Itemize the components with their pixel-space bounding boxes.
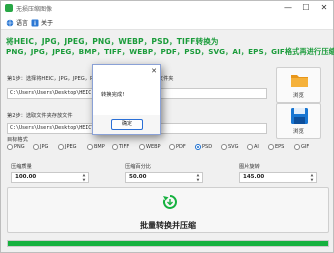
radio-button-selected[interactable] bbox=[195, 144, 201, 150]
radio-button[interactable] bbox=[169, 144, 175, 150]
rotate-stepper[interactable]: 145.00 ▲ ▼ bbox=[239, 172, 317, 183]
headline-line1: 将HEIC，JPG，JPEG，PNG，WEBP，PSD，TIFF转换为 bbox=[6, 37, 219, 46]
app-icon bbox=[5, 4, 13, 12]
stepper-arrows-icon[interactable]: ▲ ▼ bbox=[195, 173, 201, 182]
quality-stepper[interactable]: 100.00 ▲ ▼ bbox=[11, 172, 89, 183]
batch-convert-button[interactable]: 批量转换并压缩 bbox=[7, 187, 329, 233]
radio-label: PDF bbox=[176, 144, 186, 150]
radio-tiff[interactable]: TIFF bbox=[112, 144, 129, 150]
radio-button[interactable] bbox=[139, 144, 145, 150]
menu-bar: 语言 关于 bbox=[1, 15, 333, 30]
dialog-title-bar: ✕ bbox=[93, 65, 160, 77]
menu-language-label: 语言 bbox=[16, 20, 29, 27]
browse-source-label: 浏览 bbox=[292, 93, 304, 99]
radio-label: WEBP bbox=[146, 144, 161, 150]
radio-button[interactable] bbox=[247, 144, 253, 150]
radio-label: GIF bbox=[301, 144, 310, 150]
refresh-icon bbox=[162, 195, 177, 209]
radio-bmp[interactable]: BMP bbox=[87, 144, 105, 150]
window-title: 无损压缩图像 bbox=[16, 6, 53, 13]
radio-ai[interactable]: AI bbox=[247, 144, 259, 150]
globe-icon bbox=[6, 19, 14, 26]
radio-button[interactable] bbox=[294, 144, 300, 150]
title-bar: 无损压缩图像 — ☐ ✕ bbox=[1, 1, 333, 15]
radio-jpeg[interactable]: JPEG bbox=[58, 144, 77, 150]
stepper-arrows-icon[interactable]: ▲ ▼ bbox=[81, 173, 87, 182]
step2-label: 第2步：选取文件夹存放文件 bbox=[7, 113, 73, 119]
radio-label: AI bbox=[254, 144, 259, 150]
radio-label: JPEG bbox=[65, 144, 77, 150]
radio-png[interactable]: PNG bbox=[7, 144, 25, 150]
app-window: 无损压缩图像 — ☐ ✕ 语言 关于 将HEIC，JPG，JPEG，PNG，WE… bbox=[0, 0, 334, 253]
dialog-ok-button[interactable]: 确定 bbox=[111, 119, 143, 130]
format-radio-group: PNG JPG JPEG BMP TIFF WEBP PDF PSD SVG A… bbox=[7, 143, 329, 153]
radio-button[interactable] bbox=[33, 144, 39, 150]
menu-language[interactable]: 语言 bbox=[6, 18, 28, 27]
radio-label: PSD bbox=[202, 144, 213, 150]
radio-button[interactable] bbox=[221, 144, 227, 150]
browse-output-button[interactable]: 浏览 bbox=[276, 103, 321, 139]
radio-gif[interactable]: GIF bbox=[294, 144, 309, 150]
radio-label: TIFF bbox=[119, 144, 130, 150]
minimize-button[interactable]: — bbox=[279, 1, 297, 15]
radio-psd[interactable]: PSD bbox=[195, 144, 212, 150]
info-icon bbox=[31, 19, 39, 26]
radio-button[interactable] bbox=[58, 144, 64, 150]
radio-label: JPG bbox=[40, 144, 49, 150]
radio-button[interactable] bbox=[87, 144, 93, 150]
headline-line2: PNG，JPG，JPEG，BMP，TIFF，WEBP，PDF，PSD，SVG，A… bbox=[6, 47, 334, 56]
radio-button[interactable] bbox=[268, 144, 274, 150]
radio-svg[interactable]: SVG bbox=[221, 144, 238, 150]
radio-label: SVG bbox=[228, 144, 239, 150]
radio-button[interactable] bbox=[7, 144, 13, 150]
radio-label: BMP bbox=[94, 144, 105, 150]
batch-convert-label: 批量转换并压缩 bbox=[140, 221, 196, 230]
stepper-arrows-icon[interactable]: ▲ ▼ bbox=[309, 173, 315, 182]
completion-dialog: ✕ 转换完成! 确定 bbox=[92, 64, 161, 135]
dialog-message: 转换完成! bbox=[101, 92, 125, 98]
rotate-value: 145.00 bbox=[243, 174, 265, 180]
rotate-label: 图片旋转 bbox=[239, 164, 260, 170]
save-icon bbox=[291, 108, 308, 124]
radio-label: PNG bbox=[14, 144, 25, 150]
progress-bar bbox=[7, 240, 329, 247]
dialog-body: 转换完成! bbox=[93, 77, 160, 115]
radio-button[interactable] bbox=[112, 144, 118, 150]
percent-label: 压缩百分比 bbox=[125, 164, 151, 170]
dialog-close-button[interactable]: ✕ bbox=[151, 67, 157, 75]
menu-about[interactable]: 关于 bbox=[31, 18, 53, 27]
menu-about-label: 关于 bbox=[41, 20, 54, 27]
maximize-button[interactable]: ☐ bbox=[297, 1, 315, 15]
quality-label: 压缩质量 bbox=[11, 164, 32, 170]
folder-icon bbox=[291, 75, 308, 87]
radio-webp[interactable]: WEBP bbox=[139, 144, 161, 150]
radio-jpg[interactable]: JPG bbox=[33, 144, 48, 150]
radio-label: EPS bbox=[275, 144, 285, 150]
quality-value: 100.00 bbox=[15, 174, 37, 180]
browse-source-button[interactable]: 浏览 bbox=[276, 67, 321, 103]
target-format-label: 目标格式 bbox=[7, 137, 28, 143]
percent-stepper[interactable]: 50.00 ▲ ▼ bbox=[125, 172, 203, 183]
close-button[interactable]: ✕ bbox=[315, 1, 333, 15]
progress-fill bbox=[8, 241, 328, 246]
browse-output-label: 浏览 bbox=[292, 129, 304, 135]
radio-pdf[interactable]: PDF bbox=[169, 144, 186, 150]
percent-value: 50.00 bbox=[129, 174, 147, 180]
radio-eps[interactable]: EPS bbox=[268, 144, 284, 150]
